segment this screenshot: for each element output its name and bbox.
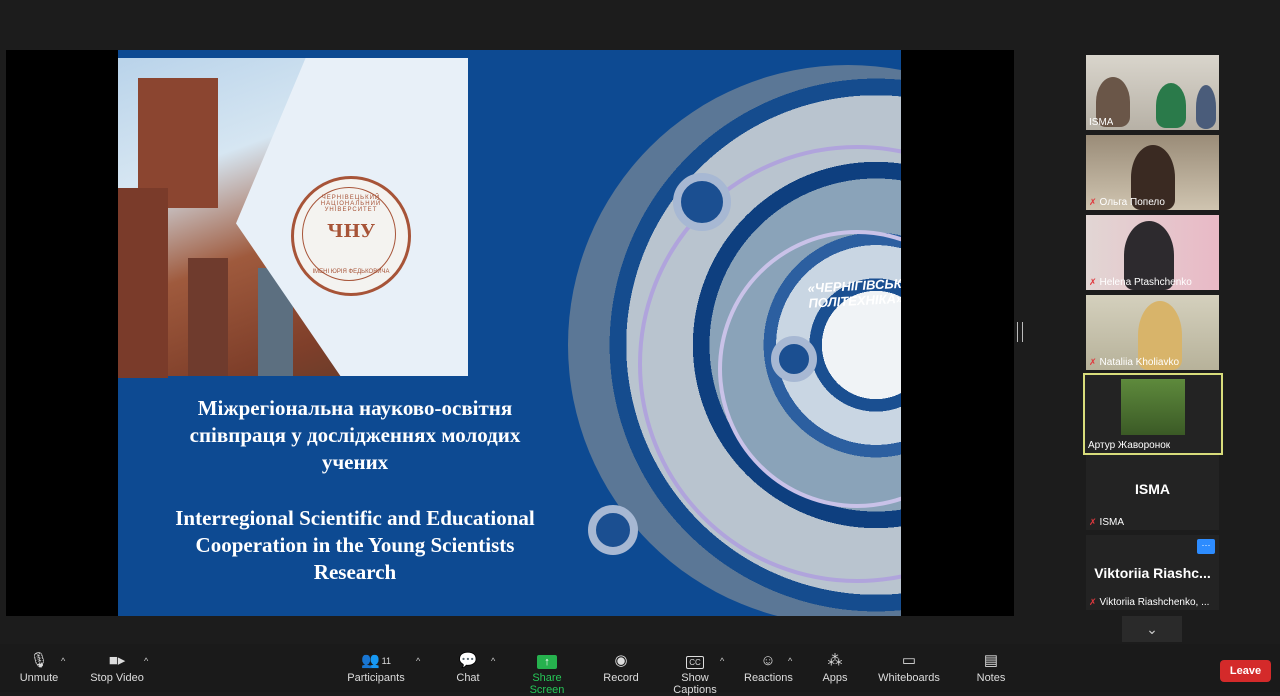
microphone-muted-icon: 🎙 xyxy=(29,652,49,669)
participant-display-name: Viktoriia Riashc... xyxy=(1094,565,1211,581)
ring-node xyxy=(588,505,638,555)
chat-button[interactable]: 💬 Chat xyxy=(452,650,484,684)
whiteboard-icon: ▭ xyxy=(901,652,917,669)
record-icon: ◉ xyxy=(614,652,628,669)
seal-ring-text: ЧЕРНІВЕЦЬКИЙ НАЦІОНАЛЬНИЙ УНІВЕРСИТЕТ xyxy=(320,195,382,213)
participant-video xyxy=(1121,379,1185,435)
participants-button[interactable]: 👥 11 Participants xyxy=(346,650,406,684)
share-screen-button[interactable]: ↑ Share Screen xyxy=(514,650,580,696)
chat-bubble-icon: 💬 xyxy=(458,652,478,669)
participant-name: ✗ Helena Ptashchenko xyxy=(1089,277,1192,288)
participant-tile[interactable]: ✗ Ольга Попело xyxy=(1086,135,1219,210)
mic-muted-icon: ✗ xyxy=(1089,277,1097,287)
participant-name: ✗ Viktoriia Riashchenko, ... xyxy=(1089,597,1210,608)
university-seal: ЧЕРНІВЕЦЬКИЙ НАЦІОНАЛЬНИЙ УНІВЕРСИТЕТ ЧН… xyxy=(291,176,411,296)
participant-tile-active-speaker[interactable]: Артур Жаворонок xyxy=(1083,373,1223,455)
participant-tile[interactable]: ISMA xyxy=(1086,55,1219,130)
chevron-up-icon[interactable]: ^ xyxy=(144,656,148,666)
unmute-button[interactable]: 🎙 Unmute xyxy=(18,650,60,684)
leave-button[interactable]: Leave xyxy=(1220,660,1271,682)
ring-node xyxy=(673,173,731,231)
seal-bottom-text: ІМЕНІ ЮРІЯ ФЕДЬКОВИЧА xyxy=(312,269,390,275)
chevron-up-icon[interactable]: ^ xyxy=(61,656,65,666)
chevron-up-icon[interactable]: ^ xyxy=(416,656,420,666)
participant-name: ✗ Ольга Попело xyxy=(1089,197,1165,208)
mic-muted-icon: ✗ xyxy=(1089,197,1097,207)
apps-icon: ⁂ xyxy=(827,652,843,669)
meeting-toolbar: 🎙 Unmute ^ ■▸ Stop Video ^ 👥 11 Participa… xyxy=(0,644,1280,696)
participant-tile[interactable]: ··· Viktoriia Riashc... ✗ Viktoriia Riash… xyxy=(1086,535,1219,610)
chevron-up-icon[interactable]: ^ xyxy=(788,656,792,666)
participant-name: Артур Жаворонок xyxy=(1088,440,1171,451)
participant-tile[interactable]: ✗ Nataliia Kholiavko xyxy=(1086,295,1219,370)
ring-node xyxy=(771,336,817,382)
slide-title-ukrainian: Міжрегіональна науково-освітня співпраця… xyxy=(189,396,521,474)
seal-mark: ЧНУ xyxy=(326,221,376,242)
mic-muted-icon: ✗ xyxy=(1089,357,1097,367)
share-screen-icon: ↑ xyxy=(514,650,580,672)
record-button[interactable]: ◉ Record xyxy=(602,650,640,684)
chevron-up-icon[interactable]: ^ xyxy=(720,656,724,666)
smiley-plus-icon: ☺ xyxy=(760,652,776,669)
participants-icon: 👥 11 xyxy=(360,652,392,669)
participant-display-name: ISMA xyxy=(1135,481,1170,497)
chevron-down-icon[interactable]: ⌄ xyxy=(1122,616,1182,642)
participant-name: ISMA xyxy=(1089,117,1114,128)
notes-icon: ▤ xyxy=(983,652,999,669)
participant-name: ✗ Nataliia Kholiavko xyxy=(1089,357,1180,368)
whiteboards-button[interactable]: ▭ Whiteboards xyxy=(878,650,940,684)
slide-title-english: Interregional Scientific and Educational… xyxy=(175,506,535,584)
mic-muted-icon: ✗ xyxy=(1089,597,1097,607)
building-sign: «ЧЕРНІГІВСЬКА ПОЛІТЕХНІКА» xyxy=(807,275,901,311)
panel-resize-handle[interactable] xyxy=(1017,322,1023,342)
reactions-button[interactable]: ☺ Reactions xyxy=(744,650,793,684)
mic-muted-icon: ✗ xyxy=(1089,517,1097,527)
notes-button[interactable]: ▤ Notes xyxy=(976,650,1006,684)
participant-name: ✗ ISMA xyxy=(1089,517,1124,528)
chevron-up-icon[interactable]: ^ xyxy=(491,656,495,666)
more-options-icon[interactable]: ··· xyxy=(1197,539,1215,554)
stop-video-button[interactable]: ■▸ Stop Video xyxy=(90,650,144,684)
apps-button[interactable]: ⁂ Apps xyxy=(820,650,850,684)
video-camera-icon: ■▸ xyxy=(108,652,126,669)
participant-tile[interactable]: ✗ Helena Ptashchenko xyxy=(1086,215,1219,290)
participant-tile[interactable]: ISMA ✗ ISMA xyxy=(1086,455,1219,530)
